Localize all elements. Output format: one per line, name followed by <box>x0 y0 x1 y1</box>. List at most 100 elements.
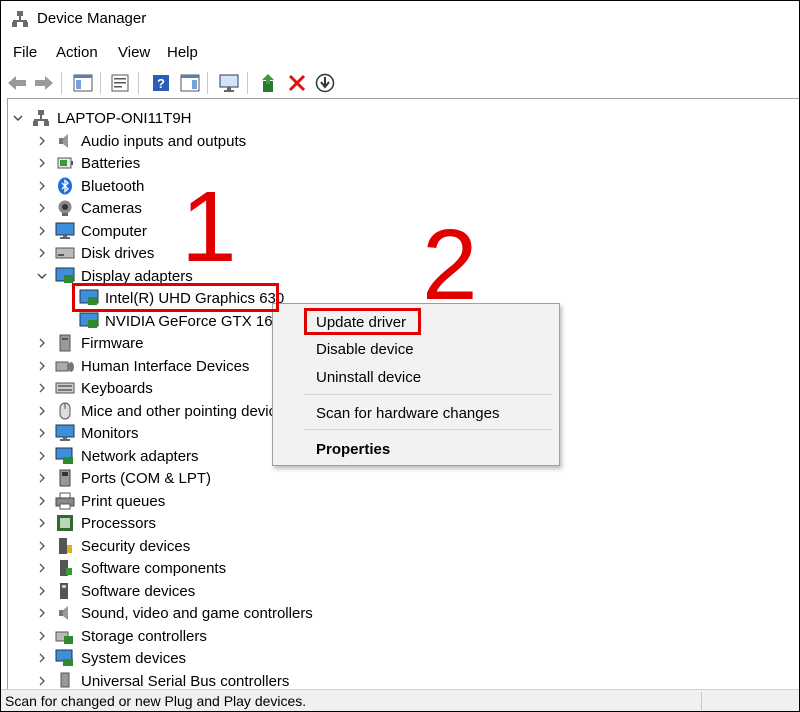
chevron-right-icon[interactable] <box>35 561 49 575</box>
tree-item-hid[interactable]: Human Interface Devices <box>35 355 249 377</box>
tree-item-label: Disk drives <box>81 244 155 262</box>
usb-icon <box>55 672 75 690</box>
update-driver-icon[interactable] <box>258 72 280 94</box>
menu-action[interactable]: Action <box>56 44 98 61</box>
chevron-right-icon[interactable] <box>35 539 49 553</box>
back-arrow-icon[interactable] <box>6 72 28 94</box>
firmware-icon <box>55 334 75 352</box>
step-number-2: 2 <box>422 209 478 321</box>
chevron-right-icon[interactable] <box>35 516 49 530</box>
chevron-right-icon[interactable] <box>35 179 49 193</box>
printer-icon <box>55 492 75 510</box>
hid-icon <box>55 357 75 375</box>
tree-item-label: Sound, video and game controllers <box>81 604 313 622</box>
chevron-right-icon[interactable] <box>35 606 49 620</box>
show-hide-console-tree-icon[interactable] <box>72 72 94 94</box>
tree-item-firmware[interactable]: Firmware <box>35 332 144 354</box>
tree-item-computer[interactable]: Computer <box>35 220 147 242</box>
tree-item-storage[interactable]: Storage controllers <box>35 625 207 647</box>
tree-item-label: Batteries <box>81 154 141 172</box>
chevron-right-icon[interactable] <box>35 404 49 418</box>
speaker-icon <box>55 132 75 150</box>
tree-item-sound[interactable]: Sound, video and game controllers <box>35 602 313 624</box>
status-divider <box>701 692 702 710</box>
forward-arrow-icon[interactable] <box>33 72 55 94</box>
tree-item-audio[interactable]: Audio inputs and outputs <box>35 130 246 152</box>
tree-item-system[interactable]: System devices <box>35 647 186 669</box>
tree-item-keyboards[interactable]: Keyboards <box>35 377 153 399</box>
tree-item-label: Bluetooth <box>81 177 145 195</box>
chevron-right-icon[interactable] <box>35 494 49 508</box>
display-adapter-icon <box>79 312 99 330</box>
chevron-right-icon[interactable] <box>35 426 49 440</box>
tree-item-mice[interactable]: Mice and other pointing devices <box>35 400 292 422</box>
camera-icon <box>55 199 75 217</box>
chevron-right-icon[interactable] <box>35 134 49 148</box>
tree-item-label: Display adapters <box>81 267 193 285</box>
tree-item-security[interactable]: Security devices <box>35 535 190 557</box>
highlight-intel-uhd <box>72 283 279 312</box>
chevron-right-icon[interactable] <box>35 449 49 463</box>
tree-item-label: Firmware <box>81 334 144 352</box>
properties-sheet-icon[interactable] <box>109 72 131 94</box>
tree-item-label: Computer <box>81 222 147 240</box>
tree-item-bluetooth[interactable]: Bluetooth <box>35 175 144 197</box>
mouse-icon <box>55 402 75 420</box>
device-manager-icon <box>11 10 29 28</box>
help-icon[interactable]: ? <box>150 72 172 94</box>
scan-hardware-monitor-icon[interactable] <box>218 72 240 94</box>
tree-item-batteries[interactable]: Batteries <box>35 152 140 174</box>
computer-icon <box>55 222 75 240</box>
bluetooth-icon <box>55 177 75 195</box>
monitor-icon <box>55 424 75 442</box>
tree-item-label: Software components <box>81 559 227 577</box>
status-bar: Scan for changed or new Plug and Play de… <box>1 689 799 711</box>
tree-root-node[interactable]: LAPTOP-ONI11T9H <box>11 107 192 129</box>
tree-item-disk-drives[interactable]: Disk drives <box>35 242 154 264</box>
toolbar-separator <box>100 72 101 94</box>
ctx-properties[interactable]: Properties <box>316 441 390 458</box>
chevron-right-icon[interactable] <box>35 336 49 350</box>
chevron-right-icon[interactable] <box>35 224 49 238</box>
menu-help[interactable]: Help <box>167 44 198 61</box>
uninstall-x-icon[interactable] <box>286 72 308 94</box>
chevron-right-icon[interactable] <box>35 201 49 215</box>
tree-item-network[interactable]: Network adapters <box>35 445 199 467</box>
chevron-right-icon[interactable] <box>35 629 49 643</box>
computer-root-icon <box>31 109 51 127</box>
chevron-right-icon[interactable] <box>35 156 49 170</box>
chevron-right-icon[interactable] <box>35 471 49 485</box>
security-device-icon <box>55 537 75 555</box>
tree-item-software-components[interactable]: Software components <box>35 557 226 579</box>
keyboard-icon <box>55 379 75 397</box>
tree-item-processors[interactable]: Processors <box>35 512 156 534</box>
chevron-right-icon[interactable] <box>35 359 49 373</box>
processor-icon <box>55 514 75 532</box>
tree-item-label: Ports (COM & LPT) <box>81 469 212 487</box>
ctx-uninstall-device[interactable]: Uninstall device <box>316 369 421 386</box>
tree-item-monitors[interactable]: Monitors <box>35 422 139 444</box>
tree-item-label: Software devices <box>81 582 196 600</box>
ctx-scan-hardware[interactable]: Scan for hardware changes <box>316 405 499 422</box>
chevron-down-icon[interactable] <box>11 111 25 125</box>
tree-item-cameras[interactable]: Cameras <box>35 197 142 219</box>
chevron-down-icon[interactable] <box>35 269 49 283</box>
step-number-1: 1 <box>181 171 237 283</box>
ctx-disable-device[interactable]: Disable device <box>316 341 414 358</box>
action-pane-icon[interactable] <box>179 72 201 94</box>
tree-item-ports[interactable]: Ports (COM & LPT) <box>35 467 211 489</box>
chevron-right-icon[interactable] <box>35 651 49 665</box>
chevron-right-icon[interactable] <box>35 381 49 395</box>
tree-item-label: Print queues <box>81 492 166 510</box>
chevron-right-icon[interactable] <box>35 246 49 260</box>
download-circle-icon[interactable] <box>314 72 336 94</box>
tree-item-label: Processors <box>81 514 157 532</box>
tree-item-print-queues[interactable]: Print queues <box>35 490 165 512</box>
chevron-right-icon[interactable] <box>35 674 49 688</box>
disk-drive-icon <box>55 244 75 262</box>
menu-file[interactable]: File <box>13 44 37 61</box>
tree-item-software-devices[interactable]: Software devices <box>35 580 195 602</box>
menu-view[interactable]: View <box>118 44 150 61</box>
tree-child-nvidia[interactable]: NVIDIA GeForce GTX 1650 <box>79 310 289 332</box>
chevron-right-icon[interactable] <box>35 584 49 598</box>
